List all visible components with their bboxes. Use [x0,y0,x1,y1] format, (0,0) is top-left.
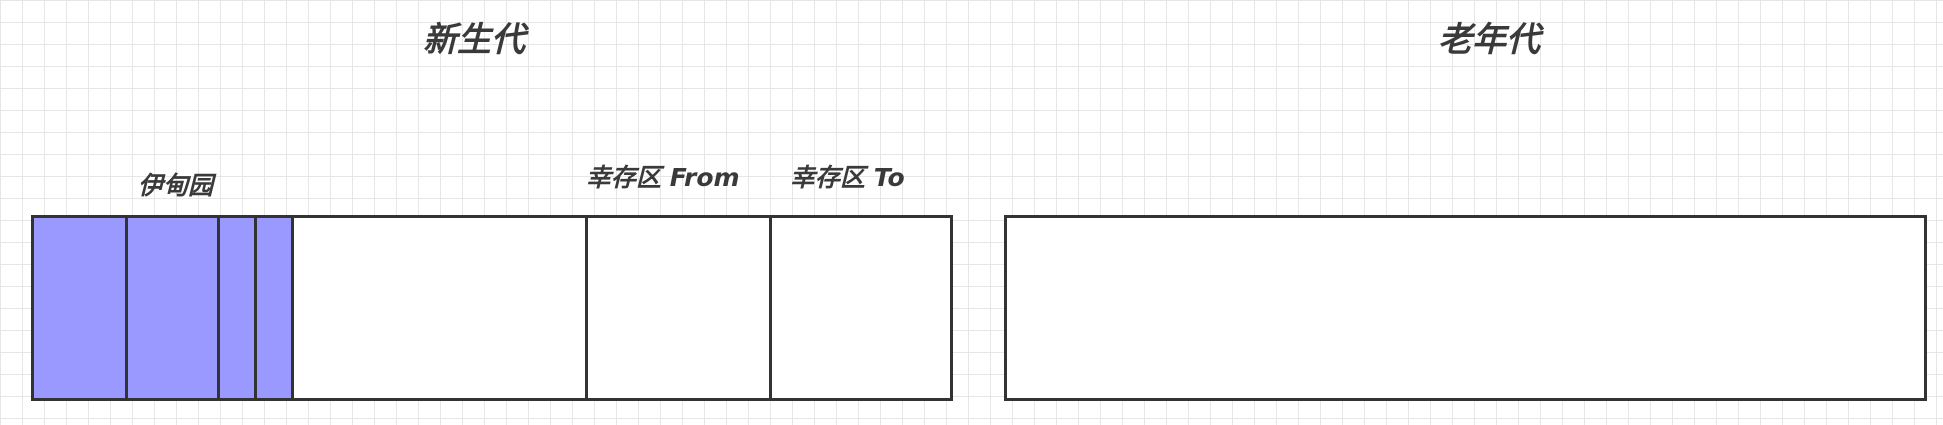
eden-free-space [294,218,588,398]
survivor-from-label: 幸存区 From [586,163,740,192]
diagram-canvas: { "young_generation": { "title": "新生代", … [0,0,1943,425]
eden-occupied-block-1 [34,218,128,398]
young-generation-title: 新生代 [423,20,525,60]
eden-occupied-block-2 [128,218,220,398]
old-generation-box [1004,215,1927,401]
eden-label: 伊甸园 [138,171,214,200]
eden-occupied-block-4 [257,218,294,398]
eden-occupied-block-3 [220,218,257,398]
young-generation-box [31,215,953,401]
old-generation-title: 老年代 [1438,20,1540,60]
survivor-to-label: 幸存区 To [790,163,905,192]
survivor-from-region [588,218,772,398]
survivor-to-region [772,218,950,398]
